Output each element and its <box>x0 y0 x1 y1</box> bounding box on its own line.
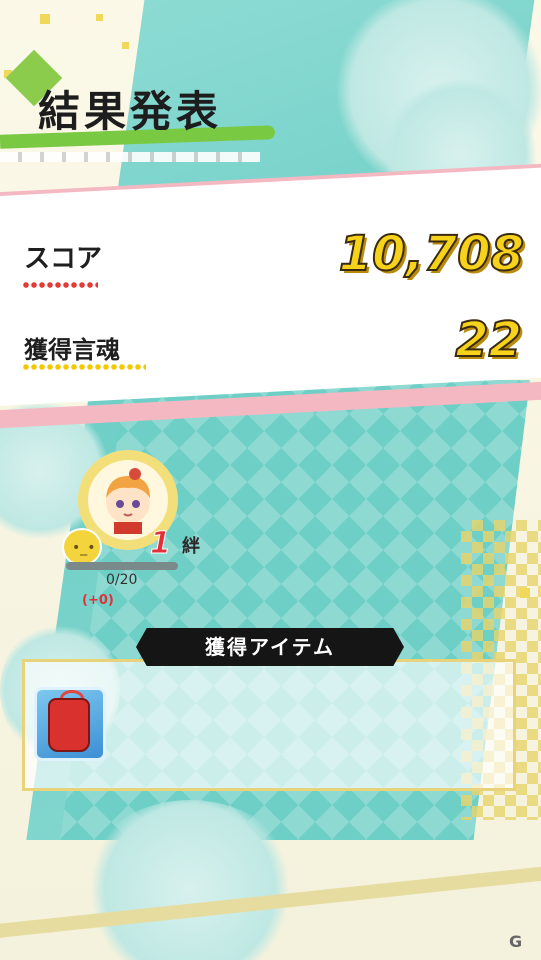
items-header: 獲得アイテム <box>136 628 404 666</box>
confetti <box>40 14 50 24</box>
bond-progress-text: 0/20 <box>106 572 138 588</box>
bond-gain: (+0) <box>82 593 114 608</box>
red-omamori-charm-icon <box>48 698 90 752</box>
confetti <box>122 42 129 49</box>
neutral-face-icon: •_• <box>72 540 96 556</box>
score-value: 10,708 <box>338 225 525 283</box>
confetti <box>520 588 530 598</box>
watermark-logo-icon: G <box>509 932 523 951</box>
bond-progress-bar <box>66 562 178 570</box>
score-label: スコア <box>24 244 103 274</box>
page-title: 結果発表 <box>38 87 223 136</box>
title-underbar <box>0 152 260 162</box>
confetti <box>96 14 103 21</box>
bond-unit: 絆 <box>182 536 200 557</box>
souls-value: 22 <box>454 311 523 369</box>
souls-underline <box>22 364 146 370</box>
character-chibi-icon <box>106 468 150 534</box>
bond-level: 1 <box>150 526 172 562</box>
score-underline <box>22 282 98 288</box>
souls-label: 獲得言魂 <box>24 335 120 364</box>
